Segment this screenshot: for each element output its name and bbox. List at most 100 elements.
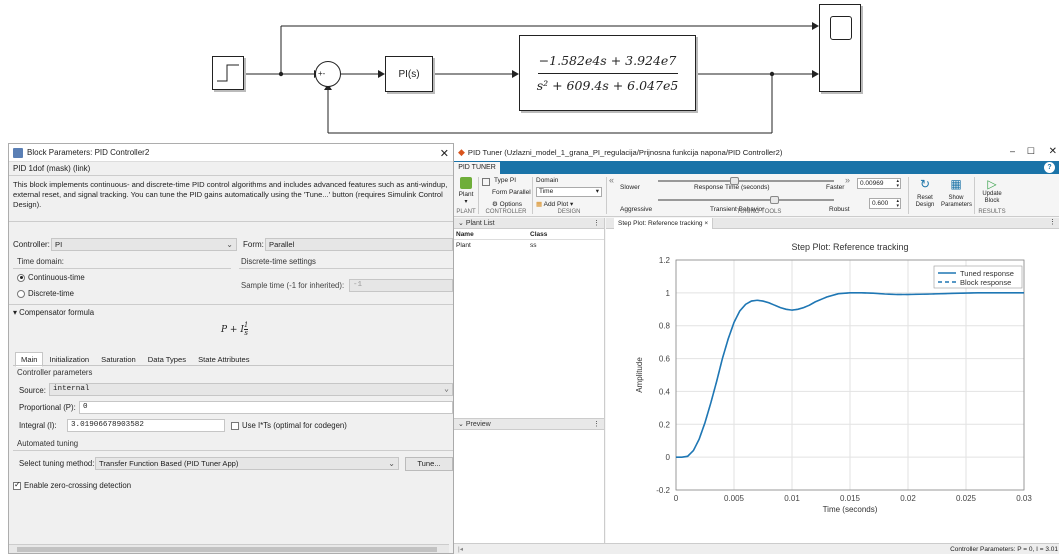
x-axis-label: Time (seconds) <box>823 505 878 514</box>
divider <box>13 450 453 451</box>
y-tick-label: 0.4 <box>659 387 671 396</box>
panel-menu-icon[interactable]: ⋮ <box>593 419 600 430</box>
transfer-function-block[interactable]: −1.582e4s + 3.924e7 s² + 609.4s + 6.047e… <box>519 35 696 111</box>
form-label: Form: <box>243 240 264 249</box>
status-scroll-icon: |◂ <box>458 546 463 553</box>
close-tab-icon[interactable]: × <box>704 220 708 227</box>
chevron-down-icon: ⌄ <box>458 220 464 227</box>
plot-tab-bar: Step Plot: Reference tracking × ⋮ <box>606 218 1059 229</box>
tune-button[interactable]: Tune... <box>405 457 453 471</box>
tab-pid-tuner[interactable]: PID TUNER <box>454 162 500 174</box>
status-text: Controller Parameters: P = 0, I = 3.01 <box>950 546 1058 553</box>
tf-fraction-line <box>538 73 678 74</box>
tuning-method-dropdown[interactable]: Transfer Function Based (PID Tuner App) … <box>95 457 399 470</box>
scope-block[interactable] <box>819 4 861 92</box>
divider <box>239 268 453 269</box>
preview-title: Preview <box>465 421 491 428</box>
close-icon[interactable]: ✕ <box>440 147 449 160</box>
source-dropdown[interactable]: internal ⌄ <box>49 383 453 396</box>
matlab-icon: ◆ <box>458 146 465 157</box>
options-button[interactable]: ⚙ Options <box>492 200 522 208</box>
proportional-field[interactable]: 0 <box>79 401 453 414</box>
divider <box>532 177 533 214</box>
y-tick-label: 0.2 <box>659 420 671 429</box>
sample-time-field[interactable]: -1 <box>349 279 453 292</box>
integral-field[interactable]: 3.01906678903582 <box>67 419 225 432</box>
x-tick-label: 0.015 <box>840 494 861 503</box>
expand-icon[interactable]: » <box>845 175 850 185</box>
plant-list-panel: ⌄ Plant List ⋮ Name Class Plant ss <box>454 218 605 418</box>
show-parameters-button[interactable]: ▦ Show Parameters <box>941 177 972 209</box>
tf-numerator: −1.582e4s + 3.924e7 <box>538 53 677 68</box>
y-tick-label: 1.2 <box>659 256 671 265</box>
response-time-slider[interactable] <box>658 180 834 182</box>
sample-time-value: -1 <box>353 281 363 289</box>
tuning-method-label: Select tuning method: <box>19 459 95 468</box>
reset-design-button[interactable]: ↻ Reset Design <box>912 177 938 209</box>
plot-tab[interactable]: Step Plot: Reference tracking × <box>614 218 714 229</box>
transient-behavior-thumb[interactable] <box>770 196 779 204</box>
maximize-icon[interactable]: ☐ <box>1027 146 1035 157</box>
pt-titlebar: ◆ PID Tuner (Uzlazni_model_1_grana_PI_re… <box>454 143 1059 161</box>
response-time-spinner[interactable]: 0.00969 ▴ ▾ <box>857 178 901 189</box>
zero-crossing-checkbox[interactable]: Enable zero-crossing detection <box>13 480 131 490</box>
checkbox-unchecked-icon <box>231 421 239 430</box>
x-tick-label: 0.025 <box>956 494 977 503</box>
horizontal-scrollbar[interactable] <box>9 544 449 553</box>
plant-label: Plant <box>458 191 474 198</box>
y-tick-label: 0.8 <box>659 322 671 331</box>
controller-dropdown[interactable]: PI ⌄ <box>51 238 237 251</box>
toolstrip-tabs: PID TUNER ? <box>454 161 1059 174</box>
help-icon[interactable]: ? <box>1044 162 1055 173</box>
options-label: Options <box>499 201 523 208</box>
sum-block[interactable]: +- <box>315 61 341 87</box>
continuous-time-radio[interactable]: Continuous-time <box>17 273 85 282</box>
source-label: Source: <box>19 386 46 395</box>
domain-dropdown[interactable]: Time ▾ <box>536 187 602 197</box>
step-source-block[interactable] <box>212 56 244 90</box>
pt-title: PID Tuner (Uzlazni_model_1_grana_PI_regu… <box>467 147 783 157</box>
transient-behavior-slider[interactable] <box>658 199 834 201</box>
table-row[interactable]: Plant ss <box>454 240 604 251</box>
transient-spinner[interactable]: 0.600 ▴ ▾ <box>869 198 901 209</box>
type-button[interactable]: Type PI <box>494 177 516 184</box>
sum-signs: +- <box>318 69 326 78</box>
controller-label: Controller: <box>13 240 50 249</box>
x-tick-label: 0.03 <box>1016 494 1032 503</box>
chevron-down-icon: ⌄ <box>226 240 233 249</box>
radio-unselected-icon <box>17 289 25 298</box>
y-tick-label: 0 <box>666 453 671 462</box>
plant-list-header: ⌄ Plant List ⋮ <box>454 218 604 229</box>
sample-time-label: Sample time (-1 for inherited): <box>241 281 345 290</box>
group-controller-label: CONTROLLER <box>485 209 527 215</box>
scope-icon <box>830 16 852 40</box>
x-tick-label: 0 <box>674 494 679 503</box>
use-its-checkbox[interactable]: Use I*Ts (optimal for codegen) <box>231 421 347 430</box>
discrete-settings-label: Discrete-time settings <box>241 257 316 266</box>
discrete-time-radio[interactable]: Discrete-time <box>17 289 74 298</box>
pid-tuner-window: ◆ PID Tuner (Uzlazni_model_1_grana_PI_re… <box>453 143 1059 554</box>
bp-title: Block Parameters: PID Controller2 <box>27 148 150 157</box>
col-name: Name <box>456 231 474 238</box>
col-class: Class <box>530 231 548 238</box>
scrollbar-thumb[interactable] <box>17 547 437 552</box>
form-button[interactable]: Form Parallel <box>492 189 531 196</box>
plant-button[interactable]: Plant ▾ <box>458 177 474 205</box>
pi-controller-block[interactable]: PI(s) <box>385 56 433 92</box>
add-plot-icon: ▦ <box>536 201 543 208</box>
pi-controller-label: PI(s) <box>398 68 420 80</box>
plant-list-title: Plant List <box>465 220 495 227</box>
close-icon[interactable]: ✕ <box>1049 146 1057 157</box>
add-plot-button[interactable]: ▦ Add Plot ▾ <box>536 200 573 208</box>
collapse-left-icon[interactable]: « <box>609 175 614 185</box>
update-block-button[interactable]: ▷ Update Block <box>978 177 1006 205</box>
divider <box>13 365 453 366</box>
step-plot-chart: 0 0.005 0.01 0.015 0.02 0.025 0.03 -0.2 0 0.2 0.4 0… <box>635 242 1032 514</box>
minimize-icon[interactable]: – <box>1010 146 1015 156</box>
form-dropdown[interactable]: Parallel <box>265 238 453 251</box>
panel-menu-icon[interactable]: ⋮ <box>1049 218 1056 226</box>
panel-menu-icon[interactable]: ⋮ <box>593 218 600 229</box>
compensator-formula-toggle[interactable]: ▾ Compensator formula <box>13 308 94 317</box>
x-tick-label: 0.02 <box>900 494 916 503</box>
spinner-arrows-icon: ▴ ▾ <box>896 178 899 189</box>
